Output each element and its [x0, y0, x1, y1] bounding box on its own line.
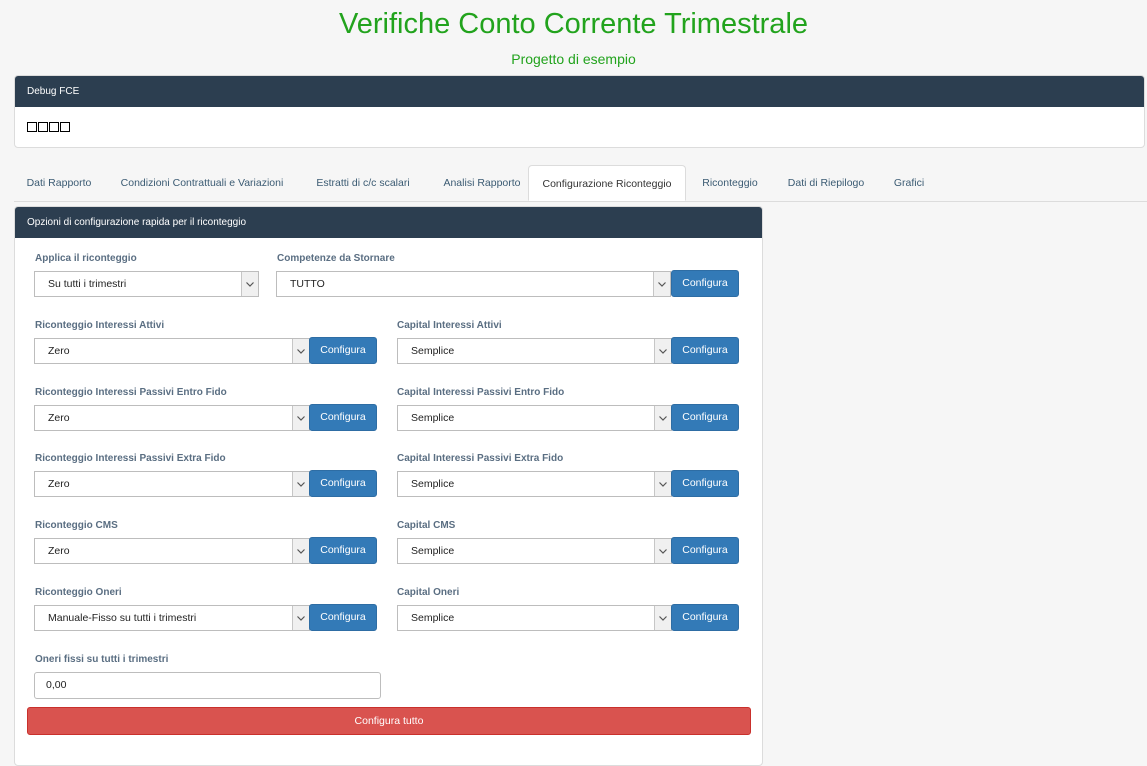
tab-analisi-rapporto[interactable]: Analisi Rapporto — [426, 165, 538, 201]
passivi-entro-fido-select[interactable]: Zero — [34, 405, 310, 431]
configure-passivi-extra-fido-button[interactable]: Configura — [309, 470, 377, 497]
capital-passivi-extra-fido-label: Capital Interessi Passivi Extra Fido — [397, 453, 564, 464]
configure-interessi-attivi-button[interactable]: Configura — [309, 337, 377, 364]
capital-interessi-attivi-label: Capital Interessi Attivi — [397, 320, 502, 331]
chevron-down-icon — [654, 339, 671, 363]
applica-value: Su tutti i trimestri — [48, 278, 127, 290]
passivi-entro-fido-value: Zero — [48, 412, 70, 424]
cms-label: Riconteggio CMS — [35, 520, 118, 531]
capital-passivi-entro-fido-value: Semplice — [411, 412, 455, 424]
cms-select[interactable]: Zero — [34, 538, 310, 564]
chevron-down-icon — [654, 539, 671, 563]
competenze-select[interactable]: TUTTO — [276, 271, 671, 297]
configure-all-button[interactable]: Configura tutto — [27, 707, 751, 735]
chevron-down-icon — [292, 406, 309, 430]
chevron-down-icon — [292, 606, 309, 630]
capital-passivi-extra-fido-select[interactable]: Semplice — [397, 471, 672, 497]
configure-cms-button[interactable]: Configura — [309, 537, 377, 564]
configure-oneri-button[interactable]: Configura — [309, 604, 377, 631]
placeholder-box-icon — [38, 122, 48, 132]
configure-capital-oneri-button[interactable]: Configura — [671, 604, 739, 631]
interessi-attivi-value: Zero — [48, 345, 70, 357]
configure-passivi-entro-fido-button[interactable]: Configura — [309, 404, 377, 431]
page-subtitle: Progetto di esempio — [511, 51, 636, 67]
cms-value: Zero — [48, 545, 70, 557]
chevron-down-icon — [241, 272, 258, 296]
configure-competenze-button[interactable]: Configura — [671, 270, 739, 297]
debug-placeholder-glyphs — [27, 122, 71, 132]
interessi-attivi-label: Riconteggio Interessi Attivi — [35, 320, 165, 331]
oneri-label: Riconteggio Oneri — [35, 587, 122, 598]
capital-passivi-extra-fido-value: Semplice — [411, 478, 455, 490]
tab-condizioni-contrattuali[interactable]: Condizioni Contrattuali e Variazioni — [106, 165, 298, 201]
configure-capital-interessi-attivi-button[interactable]: Configura — [671, 337, 739, 364]
configure-capital-cms-button[interactable]: Configura — [671, 537, 739, 564]
tab-configurazione-riconteggio[interactable]: Configurazione Riconteggio — [528, 165, 686, 201]
competenze-value: TUTTO — [290, 278, 325, 290]
chevron-down-icon — [292, 339, 309, 363]
placeholder-box-icon — [60, 122, 70, 132]
configuration-panel-title: Opzioni di configurazione rapida per il … — [15, 207, 762, 238]
oneri-fissi-label: Oneri fissi su tutti i trimestri — [35, 654, 169, 665]
passivi-entro-fido-label: Riconteggio Interessi Passivi Entro Fido — [35, 387, 227, 398]
chevron-down-icon — [292, 472, 309, 496]
capital-interessi-attivi-value: Semplice — [411, 345, 455, 357]
capital-oneri-label: Capital Oneri — [397, 587, 460, 598]
tab-grafici[interactable]: Grafici — [880, 165, 938, 201]
tab-dati-riepilogo[interactable]: Dati di Riepilogo — [776, 165, 876, 201]
passivi-extra-fido-select[interactable]: Zero — [34, 471, 310, 497]
chevron-down-icon — [654, 472, 671, 496]
interessi-attivi-select[interactable]: Zero — [34, 338, 310, 364]
debug-panel-title: Debug FCE — [15, 76, 1144, 107]
chevron-down-icon — [653, 272, 670, 296]
placeholder-box-icon — [27, 122, 37, 132]
oneri-value: Manuale-Fisso su tutti i trimestri — [48, 612, 197, 624]
capital-oneri-value: Semplice — [411, 612, 455, 624]
capital-interessi-attivi-select[interactable]: Semplice — [397, 338, 672, 364]
tab-estratti-scalari[interactable]: Estratti di c/c scalari — [302, 165, 424, 201]
capital-cms-label: Capital CMS — [397, 520, 456, 531]
oneri-fissi-input[interactable]: 0,00 — [34, 672, 381, 699]
tab-riconteggio[interactable]: Riconteggio — [690, 165, 770, 201]
capital-passivi-entro-fido-label: Capital Interessi Passivi Entro Fido — [397, 387, 565, 398]
passivi-extra-fido-value: Zero — [48, 478, 70, 490]
capital-cms-select[interactable]: Semplice — [397, 538, 672, 564]
capital-cms-value: Semplice — [411, 545, 455, 557]
chevron-down-icon — [654, 606, 671, 630]
tab-bar: Dati Rapporto Condizioni Contrattuali e … — [14, 165, 1147, 202]
tab-dati-rapporto[interactable]: Dati Rapporto — [14, 165, 104, 201]
chevron-down-icon — [292, 539, 309, 563]
applica-select[interactable]: Su tutti i trimestri — [34, 271, 259, 297]
chevron-down-icon — [654, 406, 671, 430]
configure-capital-passivi-entro-fido-button[interactable]: Configura — [671, 404, 739, 431]
capital-passivi-entro-fido-select[interactable]: Semplice — [397, 405, 672, 431]
passivi-extra-fido-label: Riconteggio Interessi Passivi Extra Fido — [35, 453, 226, 464]
page-title: Verifiche Conto Corrente Trimestrale — [338, 8, 809, 40]
configure-capital-passivi-extra-fido-button[interactable]: Configura — [671, 470, 739, 497]
oneri-select[interactable]: Manuale-Fisso su tutti i trimestri — [34, 605, 310, 631]
debug-panel: Debug FCE — [14, 75, 1145, 148]
competenze-label: Competenze da Stornare — [277, 253, 395, 264]
applica-label: Applica il riconteggio — [35, 253, 137, 264]
capital-oneri-select[interactable]: Semplice — [397, 605, 672, 631]
placeholder-box-icon — [49, 122, 59, 132]
